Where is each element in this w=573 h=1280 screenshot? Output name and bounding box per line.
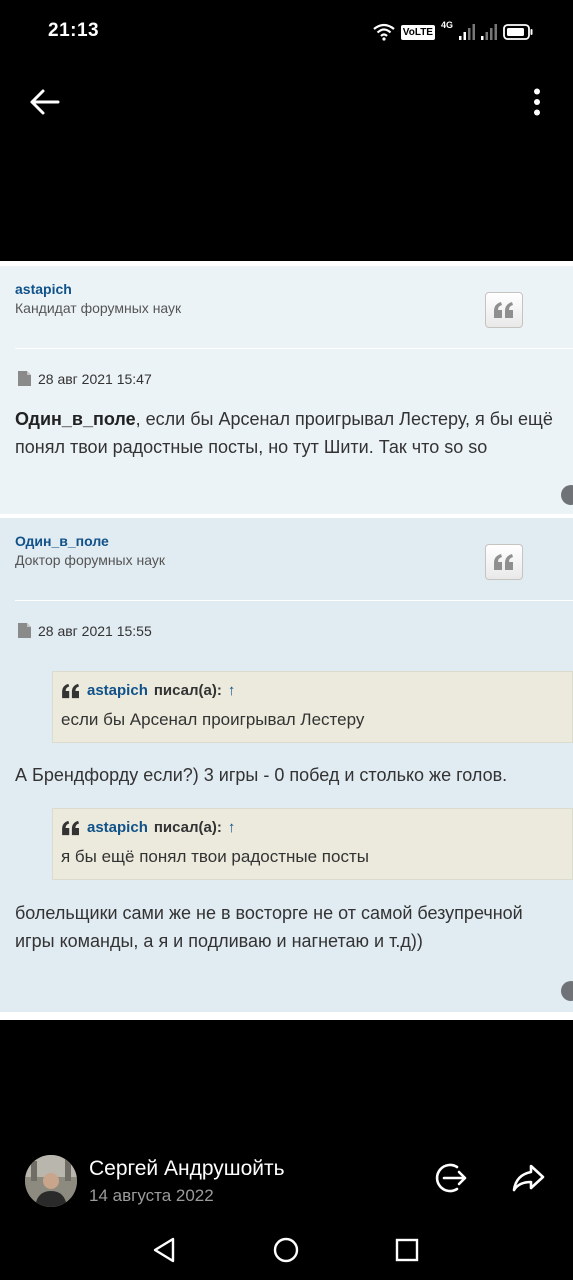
more-options-button[interactable] <box>519 80 555 124</box>
status-time: 21:13 <box>48 20 100 41</box>
post-author[interactable]: astapich <box>15 281 72 297</box>
avatar-image <box>25 1155 77 1207</box>
post-file-icon <box>18 623 31 638</box>
status-bar: 21:13 VoLTE 4G <box>0 0 573 64</box>
blockquote-author[interactable]: astapich <box>87 682 148 699</box>
post-author[interactable]: Один_в_поле <box>15 533 109 549</box>
square-recents-icon <box>395 1238 419 1262</box>
post-date-line: 28 авг 2021 15:47 <box>17 370 152 387</box>
post-date-line: 28 авг 2021 15:55 <box>17 622 152 639</box>
quote-icon <box>494 302 513 318</box>
user-name[interactable]: Сергей Андрушойть <box>89 1157 285 1181</box>
post-divider <box>15 600 573 601</box>
post-date: 28 авг 2021 15:47 <box>38 370 152 387</box>
triangle-back-icon <box>153 1237 175 1263</box>
forum-post: Один_в_поле Доктор форумных наук 28 авг … <box>0 518 573 1012</box>
nav-recents-button[interactable] <box>389 1232 425 1268</box>
post-divider <box>15 348 573 349</box>
post-author-rank: Кандидат форумных наук <box>15 300 182 316</box>
blockquote-wrote: писал(а): <box>153 819 222 836</box>
system-nav-bar <box>0 1222 573 1280</box>
nav-back-button[interactable] <box>146 1232 182 1268</box>
quote-icon <box>62 683 79 698</box>
quote-button[interactable] <box>485 544 523 580</box>
post-mention[interactable]: Один_в_поле <box>15 409 136 429</box>
post-content: Один_в_поле, если бы Арсенал проигрывал … <box>15 405 560 461</box>
scroll-top-icon[interactable] <box>561 981 573 1001</box>
battery-icon <box>503 24 533 40</box>
signal-icon-2 <box>481 24 497 40</box>
circle-home-icon <box>273 1237 299 1263</box>
signal-icon <box>459 24 475 40</box>
blockquote-text: я бы ещё понял твои радостные посты <box>61 847 369 866</box>
jump-to-post-link[interactable]: ↑ <box>228 819 236 836</box>
blockquote-header: astapich писал(а): ↑ <box>61 682 235 699</box>
quote-button[interactable] <box>485 292 523 328</box>
scroll-top-icon[interactable] <box>561 485 573 505</box>
quote-icon <box>62 820 79 835</box>
more-vertical-icon <box>534 88 540 116</box>
post-author-rank: Доктор форумных наук <box>15 552 165 568</box>
blockquote: astapich писал(а): ↑ если бы Арсенал про… <box>52 671 573 743</box>
post-file-icon <box>18 371 31 386</box>
share-button[interactable] <box>508 1158 548 1198</box>
shared-image: astapich Кандидат форумных наук 28 авг 2… <box>0 261 573 1020</box>
quote-icon <box>494 554 513 570</box>
blockquote-author[interactable]: astapich <box>87 819 148 836</box>
post-paragraph: А Брендфорду если?) 3 игры - 0 побед и с… <box>15 765 508 785</box>
status-icons: VoLTE 4G <box>373 20 533 44</box>
post-date: 28 авг 2021 15:55 <box>38 622 152 639</box>
forward-circle-icon <box>435 1163 467 1193</box>
volte-icon: VoLTE <box>400 24 435 40</box>
post-date: 14 августа 2022 <box>89 1186 214 1205</box>
blockquote-header: astapich писал(а): ↑ <box>61 819 235 836</box>
wifi-icon <box>373 23 395 41</box>
arrow-left-icon <box>30 89 60 115</box>
post-header: Один_в_поле Доктор форумных наук <box>0 518 573 600</box>
share-bar: Сергей Андрушойть 14 августа 2022 <box>0 1140 573 1220</box>
forward-button[interactable] <box>432 1158 472 1198</box>
network-type-label: 4G <box>440 20 453 30</box>
jump-to-post-link[interactable]: ↑ <box>228 682 236 699</box>
forum-post: astapich Кандидат форумных наук 28 авг 2… <box>0 266 573 514</box>
blockquote: astapich писал(а): ↑ я бы ещё понял твои… <box>52 808 573 880</box>
nav-home-button[interactable] <box>268 1232 304 1268</box>
share-icon <box>512 1164 545 1192</box>
avatar[interactable] <box>25 1155 77 1207</box>
post-header: astapich Кандидат форумных наук <box>0 266 573 348</box>
post-paragraph: болельщики сами же не в восторге не от с… <box>15 903 523 951</box>
blockquote-wrote: писал(а): <box>153 682 222 699</box>
blockquote-text: если бы Арсенал проигрывал Лестеру <box>61 710 365 729</box>
back-button[interactable] <box>22 80 66 124</box>
app-bar <box>0 64 573 136</box>
